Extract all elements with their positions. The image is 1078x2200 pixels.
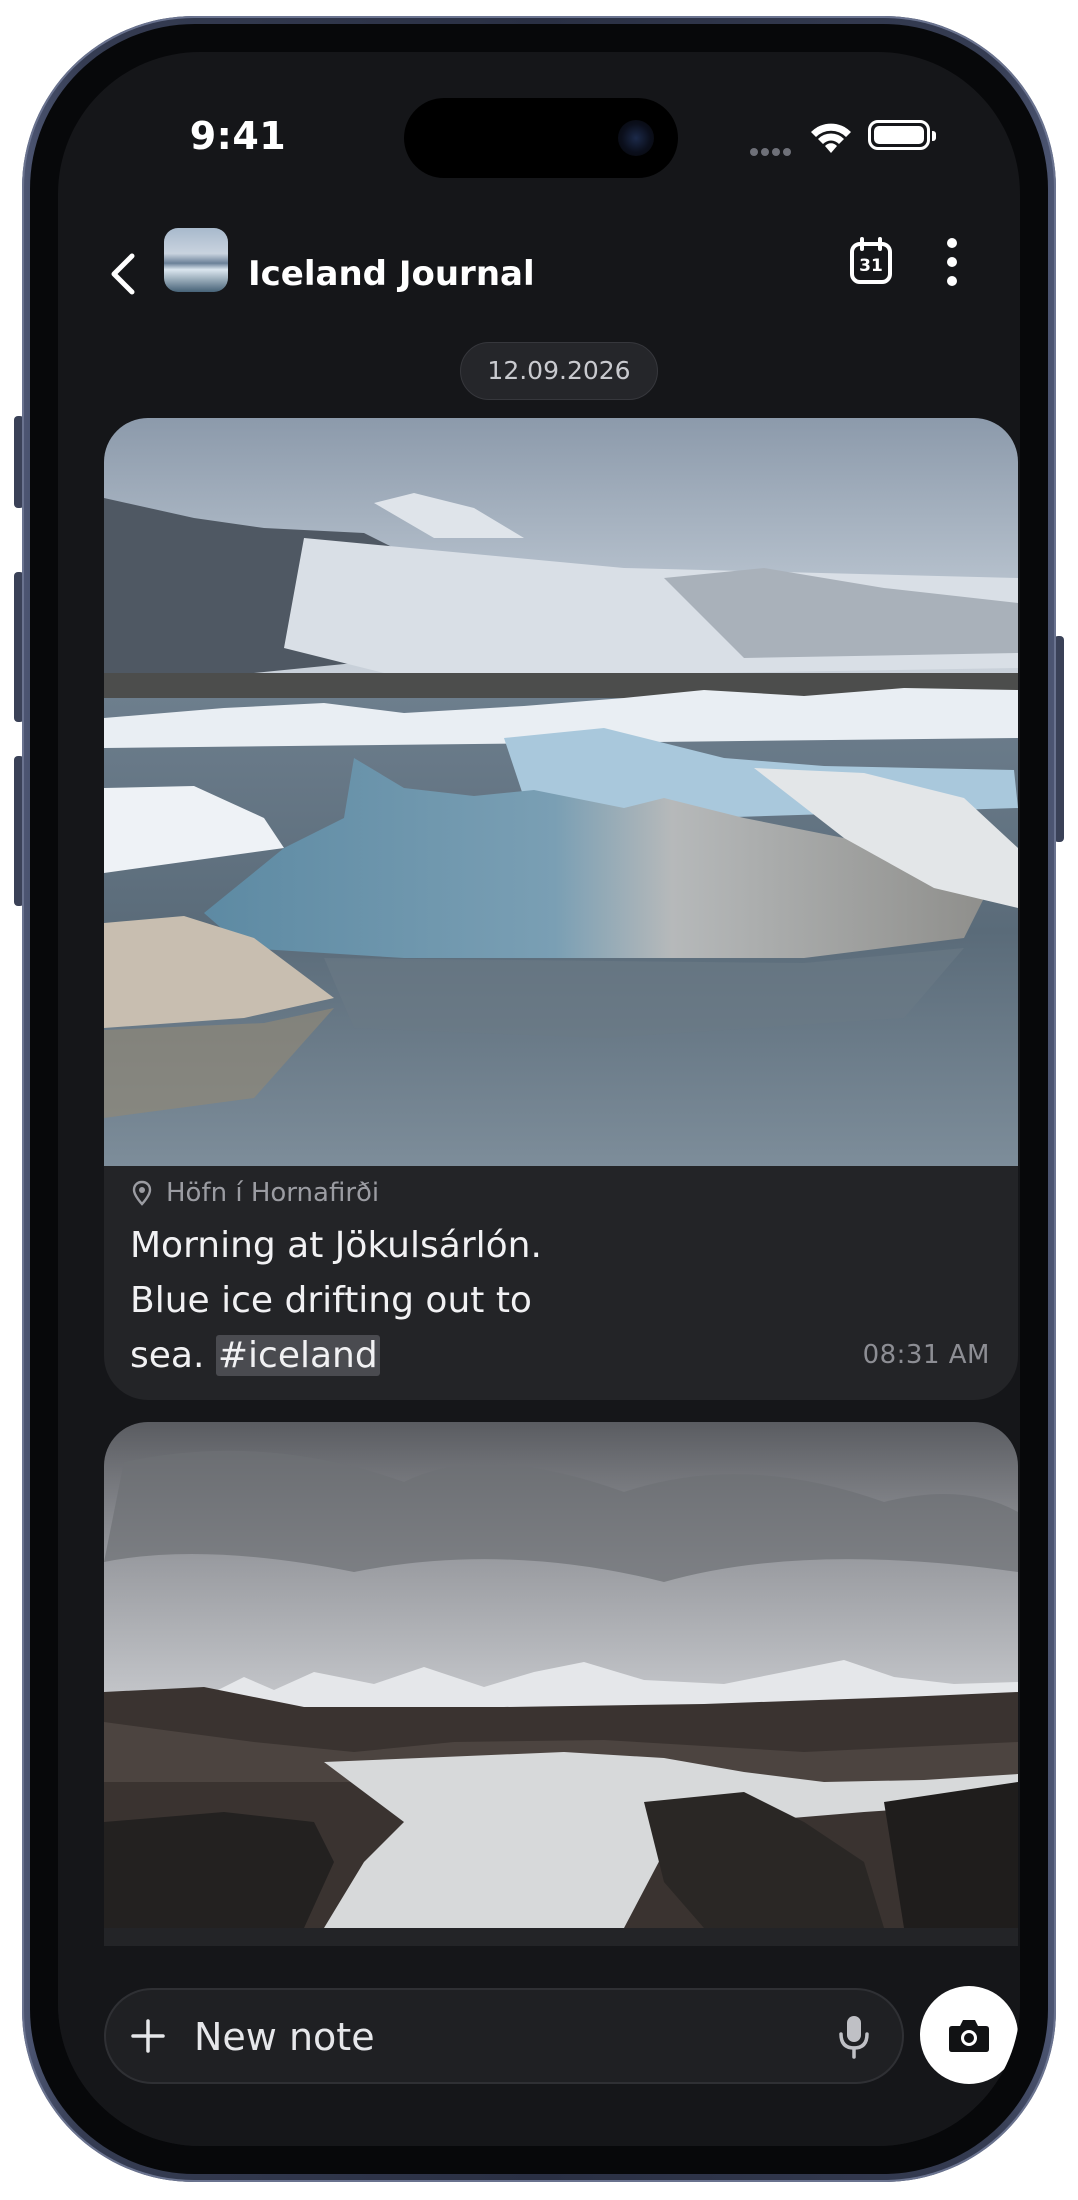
dynamic-island bbox=[404, 98, 678, 178]
camera-icon bbox=[949, 2020, 989, 2052]
note-input-container[interactable] bbox=[104, 1988, 904, 2084]
caption-line: Morning at Jökulsárlón. bbox=[130, 1225, 542, 1266]
entry-caption: Morning at Jökulsárlón. Blue ice driftin… bbox=[130, 1218, 750, 1383]
channel-avatar[interactable] bbox=[164, 228, 228, 292]
page-title: Iceland Journal bbox=[248, 254, 535, 294]
camera-button[interactable] bbox=[920, 1986, 1018, 2084]
date-separator: 12.09.2026 bbox=[460, 342, 658, 400]
entry-photo[interactable] bbox=[104, 1422, 1018, 1928]
journal-entry[interactable] bbox=[104, 1422, 1018, 1982]
signal-dots-icon bbox=[750, 141, 794, 160]
entry-photo[interactable] bbox=[104, 418, 1018, 1166]
caption-text: sea. bbox=[130, 1335, 216, 1376]
status-time: 9:41 bbox=[189, 114, 287, 158]
location-label: Höfn í Hornafirði bbox=[166, 1178, 380, 1208]
microphone-icon[interactable] bbox=[836, 2014, 872, 2060]
hashtag-link[interactable]: #iceland bbox=[215, 1335, 380, 1376]
calendar-button[interactable]: 31 bbox=[844, 234, 898, 288]
calendar-icon: 31 bbox=[850, 237, 892, 284]
app-screen: 9:41 Iceland Journal 31 12.09.2026 Höfn … bbox=[58, 52, 1020, 2146]
wifi-icon bbox=[811, 123, 851, 153]
battery-icon bbox=[868, 120, 936, 150]
front-camera bbox=[618, 120, 654, 156]
new-note-input[interactable] bbox=[194, 2015, 794, 2059]
caption-line: Blue ice drifting out to bbox=[130, 1280, 532, 1321]
journal-entry[interactable]: Höfn í Hornafirði Morning at Jökulsárlón… bbox=[104, 418, 1018, 1400]
plus-icon[interactable] bbox=[128, 2016, 168, 2056]
chevron-left-icon[interactable] bbox=[102, 242, 146, 306]
caption-line: sea. #iceland bbox=[130, 1328, 750, 1383]
more-options-button[interactable] bbox=[932, 232, 972, 292]
calendar-day-number: 31 bbox=[859, 256, 883, 276]
entry-location[interactable]: Höfn í Hornafirði bbox=[132, 1178, 379, 1208]
entry-timestamp: 08:31 AM bbox=[862, 1340, 990, 1370]
composer-bar bbox=[58, 1946, 1020, 2146]
location-pin-icon bbox=[132, 1180, 152, 1206]
